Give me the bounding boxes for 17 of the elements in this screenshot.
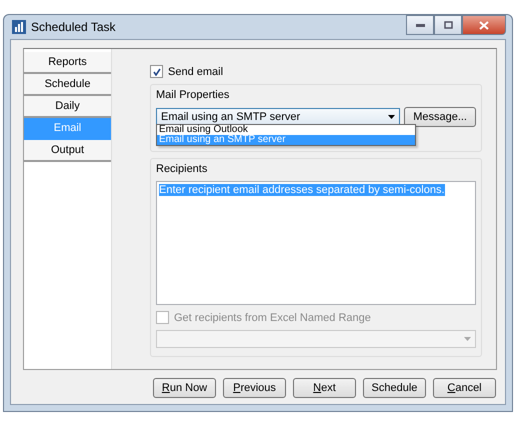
navigation-tab[interactable]: Reports bbox=[24, 52, 111, 74]
navigation-tab[interactable]: Output bbox=[24, 140, 111, 162]
footer-button[interactable]: Next bbox=[293, 378, 356, 398]
group-title: Mail Properties bbox=[156, 89, 230, 101]
footer-button[interactable]: Run Now bbox=[153, 378, 216, 398]
checkbox-label: Get recipients from Excel Named Range bbox=[174, 312, 371, 324]
dropdown-option[interactable]: Email using Outlook bbox=[157, 125, 415, 135]
group-title: Recipients bbox=[156, 163, 208, 175]
message-button[interactable]: Message... bbox=[404, 107, 476, 127]
footer-button[interactable]: Schedule bbox=[363, 378, 426, 398]
footer-button[interactable]: Previous bbox=[223, 378, 286, 398]
selected-text: Enter recipient email addresses separated by semi-colons. bbox=[159, 184, 445, 196]
navigation-tab[interactable]: Schedule bbox=[24, 74, 111, 96]
navigation-tab[interactable]: Daily bbox=[24, 96, 111, 118]
window-title: Scheduled Task bbox=[31, 20, 116, 34]
footer-button[interactable]: Cancel bbox=[433, 378, 496, 398]
checkbox-label: Send email bbox=[168, 66, 224, 78]
